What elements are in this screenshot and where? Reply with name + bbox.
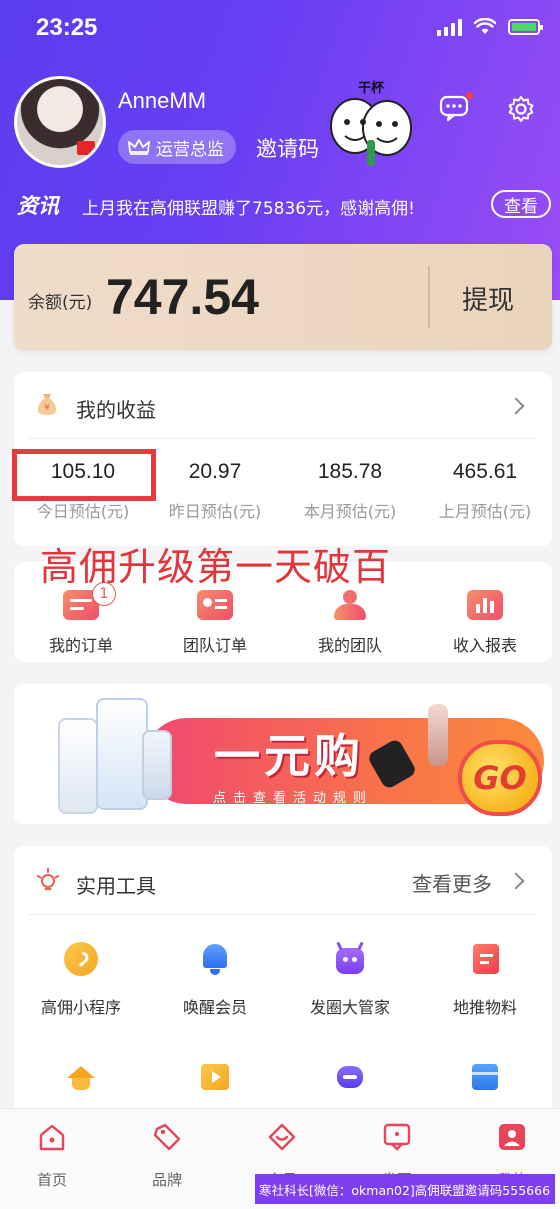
tab-label: 品牌 bbox=[151, 1171, 182, 1189]
tool-assistant[interactable] bbox=[283, 1060, 417, 1094]
tools-card: 实用工具 查看更多 高佣小程序 唤醒会员 发圈大管家 地推物料 bbox=[14, 846, 552, 1126]
divider bbox=[28, 914, 538, 915]
lightbulb-icon bbox=[37, 868, 59, 890]
highlight-box bbox=[12, 449, 156, 501]
balance-value: 747.54 bbox=[106, 269, 259, 325]
divider bbox=[28, 438, 538, 439]
role-badge: 运营总监 bbox=[118, 130, 236, 164]
watermark-text: 寒社科长[微信：okman02]高佣联盟邀请码555666 bbox=[255, 1174, 555, 1204]
tag-icon bbox=[153, 1123, 181, 1151]
my-team-button[interactable]: 我的团队 bbox=[283, 590, 417, 656]
graduation-cap-icon bbox=[64, 1060, 98, 1094]
unread-dot bbox=[466, 92, 473, 99]
stat-last-month[interactable]: 465.61 上月预估(元) bbox=[418, 460, 552, 522]
menu-label: 我的订单 bbox=[48, 636, 113, 655]
robot-icon bbox=[333, 941, 367, 976]
tool-label: 唤醒会员 bbox=[182, 998, 247, 1017]
team-icon bbox=[332, 590, 368, 620]
balance-card: 余额(元) 747.54 提现 bbox=[14, 244, 552, 350]
tool-wallet[interactable] bbox=[418, 1060, 552, 1094]
tool-mini-program[interactable]: 高佣小程序 bbox=[14, 942, 148, 1018]
income-report-button[interactable]: 收入报表 bbox=[418, 590, 552, 656]
bell-icon bbox=[198, 942, 232, 976]
battery-icon bbox=[508, 19, 543, 35]
my-orders-button[interactable]: 我的订单 bbox=[14, 590, 148, 656]
stat-value: 20.97 bbox=[188, 460, 242, 483]
annotation-text: 高佣升级第一天破百 bbox=[40, 545, 392, 589]
go-button[interactable]: GO bbox=[458, 740, 542, 816]
role-label: 运营总监 bbox=[156, 139, 224, 160]
tab-label: 首页 bbox=[36, 1171, 67, 1189]
product-bottle-image bbox=[142, 730, 172, 800]
balance-label: 余额(元) bbox=[28, 293, 93, 313]
tools-title: 实用工具 bbox=[76, 874, 156, 898]
stat-label: 今日预估(元) bbox=[36, 502, 130, 521]
divider bbox=[428, 266, 430, 328]
invite-code-link[interactable]: 邀请码 bbox=[256, 133, 319, 163]
message-icon bbox=[383, 1123, 411, 1151]
tool-college[interactable] bbox=[14, 1060, 148, 1094]
team-orders-button[interactable]: 团队订单 bbox=[148, 590, 282, 656]
stat-value: 185.78 bbox=[317, 460, 383, 483]
message-icon[interactable] bbox=[439, 94, 469, 122]
tab-home[interactable]: 首页 bbox=[0, 1121, 108, 1190]
tab-brand[interactable]: 品牌 bbox=[111, 1121, 223, 1190]
withdraw-button[interactable]: 提现 bbox=[462, 280, 514, 317]
banner-title: 一元购 bbox=[214, 729, 364, 783]
news-text: 上月我在高佣联盟赚了75836元，感谢高佣! bbox=[82, 199, 415, 219]
stat-label: 昨日预估(元) bbox=[168, 502, 262, 521]
view-news-button[interactable]: 查看 bbox=[491, 190, 551, 218]
menu-label: 收入报表 bbox=[452, 636, 517, 655]
news-tag: 资讯 bbox=[17, 194, 59, 218]
earnings-header[interactable]: ¥ 我的收益 bbox=[14, 372, 552, 438]
wallet-icon bbox=[468, 1060, 502, 1094]
promo-banner[interactable]: 一元购 点击查看活动规则 GO bbox=[14, 684, 552, 824]
stat-yesterday[interactable]: 20.97 昨日预估(元) bbox=[148, 460, 282, 522]
team-orders-icon bbox=[197, 590, 233, 620]
tool-label: 高佣小程序 bbox=[40, 998, 121, 1017]
username: AnneMM bbox=[118, 88, 207, 113]
video-icon bbox=[198, 1060, 232, 1094]
status-time: 23:25 bbox=[36, 14, 98, 41]
svg-text:¥: ¥ bbox=[44, 403, 50, 413]
tool-post-manager[interactable]: 发圈大管家 bbox=[283, 941, 417, 1018]
member-icon bbox=[268, 1123, 296, 1151]
chat-bot-icon bbox=[333, 1060, 367, 1094]
document-icon bbox=[468, 942, 502, 976]
profile-icon bbox=[499, 1124, 525, 1150]
chevron-right-icon bbox=[507, 872, 525, 890]
view-more-link[interactable]: 查看更多 bbox=[412, 868, 492, 897]
product-bottle-image bbox=[58, 718, 98, 814]
crown-icon bbox=[128, 139, 150, 155]
signal-icon bbox=[437, 18, 462, 36]
chevron-right-icon bbox=[507, 397, 525, 415]
wifi-icon bbox=[474, 18, 496, 34]
gear-icon[interactable] bbox=[506, 94, 536, 124]
flag-icon bbox=[77, 141, 95, 155]
meme-caption: 干杯 bbox=[358, 81, 385, 96]
tool-label: 地推物料 bbox=[452, 998, 517, 1017]
stat-label: 上月预估(元) bbox=[438, 502, 532, 521]
avatar[interactable] bbox=[14, 76, 106, 168]
miniprogram-icon bbox=[64, 942, 98, 976]
stat-label: 本月预估(元) bbox=[303, 502, 397, 521]
stat-value: 465.61 bbox=[452, 460, 518, 483]
tool-promo-materials[interactable]: 地推物料 bbox=[418, 942, 552, 1018]
product-bottle-image bbox=[96, 698, 148, 810]
stat-this-month[interactable]: 185.78 本月预估(元) bbox=[283, 460, 417, 522]
banner-subtitle: 点击查看活动规则 bbox=[213, 791, 374, 806]
menu-label: 团队订单 bbox=[182, 636, 247, 655]
report-icon bbox=[467, 590, 503, 620]
earnings-title: 我的收益 bbox=[76, 398, 156, 422]
tool-wake-members[interactable]: 唤醒会员 bbox=[148, 942, 282, 1018]
tool-label: 发圈大管家 bbox=[309, 998, 390, 1017]
status-bar: 23:25 bbox=[0, 14, 560, 44]
menu-label: 我的团队 bbox=[317, 636, 382, 655]
home-icon bbox=[39, 1124, 65, 1151]
serum-bottle-image bbox=[428, 704, 448, 766]
tool-video[interactable] bbox=[148, 1060, 282, 1094]
money-bag-icon: ¥ bbox=[37, 394, 57, 415]
